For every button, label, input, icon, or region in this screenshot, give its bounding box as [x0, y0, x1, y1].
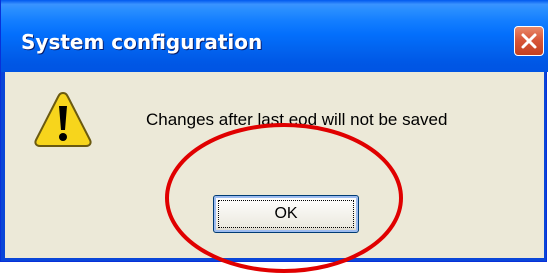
warning-icon	[34, 91, 92, 147]
ok-button-label: OK	[274, 205, 298, 222]
dialog-message: Changes after last eod will not be saved	[146, 110, 448, 129]
dialog-title: System configuration	[21, 30, 263, 54]
ok-button[interactable]: OK	[213, 195, 359, 233]
title-bar[interactable]: System configuration	[1, 0, 548, 72]
message-dialog: System configuration Changes after last …	[0, 0, 548, 262]
screenshot: System configuration Changes after last …	[0, 0, 549, 276]
close-button[interactable]	[514, 26, 544, 56]
dialog-body: Changes after last eod will not be saved…	[5, 72, 544, 258]
close-icon	[521, 33, 537, 49]
